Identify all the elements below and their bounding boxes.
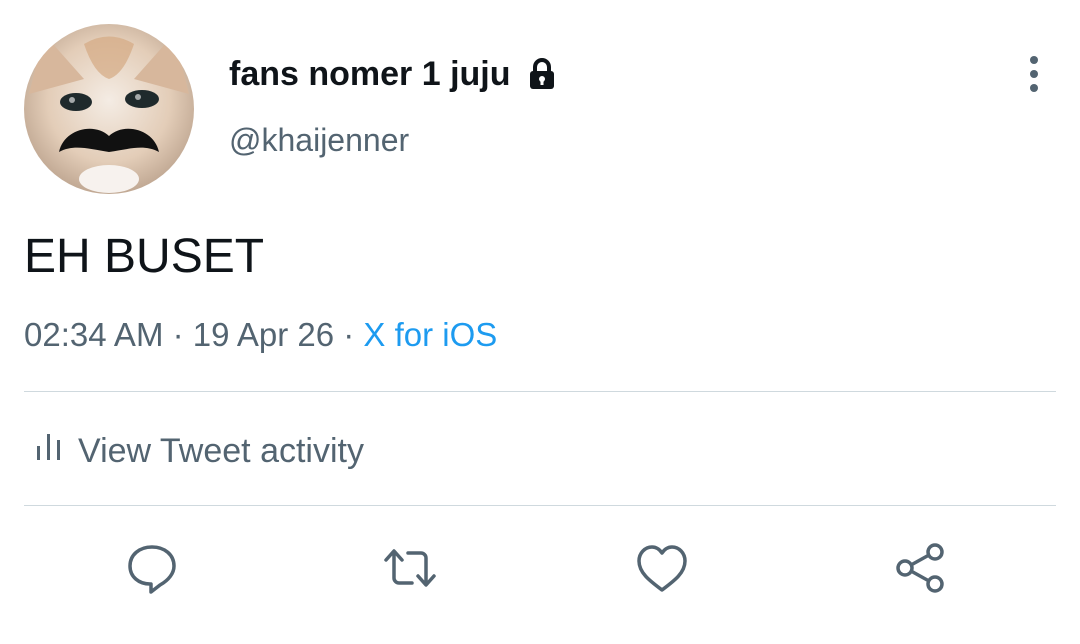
display-name-text: fans nomer 1 juju [229,55,511,93]
activity-label: View Tweet activity [78,431,364,470]
meta-separator: · [343,316,355,353]
activity-chart-icon [34,428,64,473]
display-name[interactable]: fans nomer 1 juju [229,54,559,94]
meta-separator: · [172,316,184,353]
tweet-date[interactable]: 19 Apr 26 [193,316,334,353]
tweet-metadata: 02:34 AM · 19 Apr 26 · X for iOS [24,314,497,356]
avatar-image [24,24,194,194]
retweet-button[interactable] [380,538,440,598]
avatar[interactable] [24,24,194,194]
like-button[interactable] [632,538,692,598]
share-button[interactable] [890,538,950,598]
retweet-icon [384,549,436,587]
divider [24,391,1056,392]
divider [24,505,1056,506]
more-options-icon[interactable] [1018,54,1050,94]
view-tweet-activity-button[interactable]: View Tweet activity [34,428,364,473]
like-icon [637,545,687,592]
tweet-time[interactable]: 02:34 AM [24,316,163,353]
user-handle[interactable]: @khaijenner [229,120,409,160]
share-icon [896,543,944,593]
reply-icon [128,545,176,594]
lock-icon [525,57,559,91]
tweet-text: EH BUSET [24,230,265,283]
reply-button[interactable] [122,538,182,598]
tweet-source-link[interactable]: X for iOS [363,316,497,353]
